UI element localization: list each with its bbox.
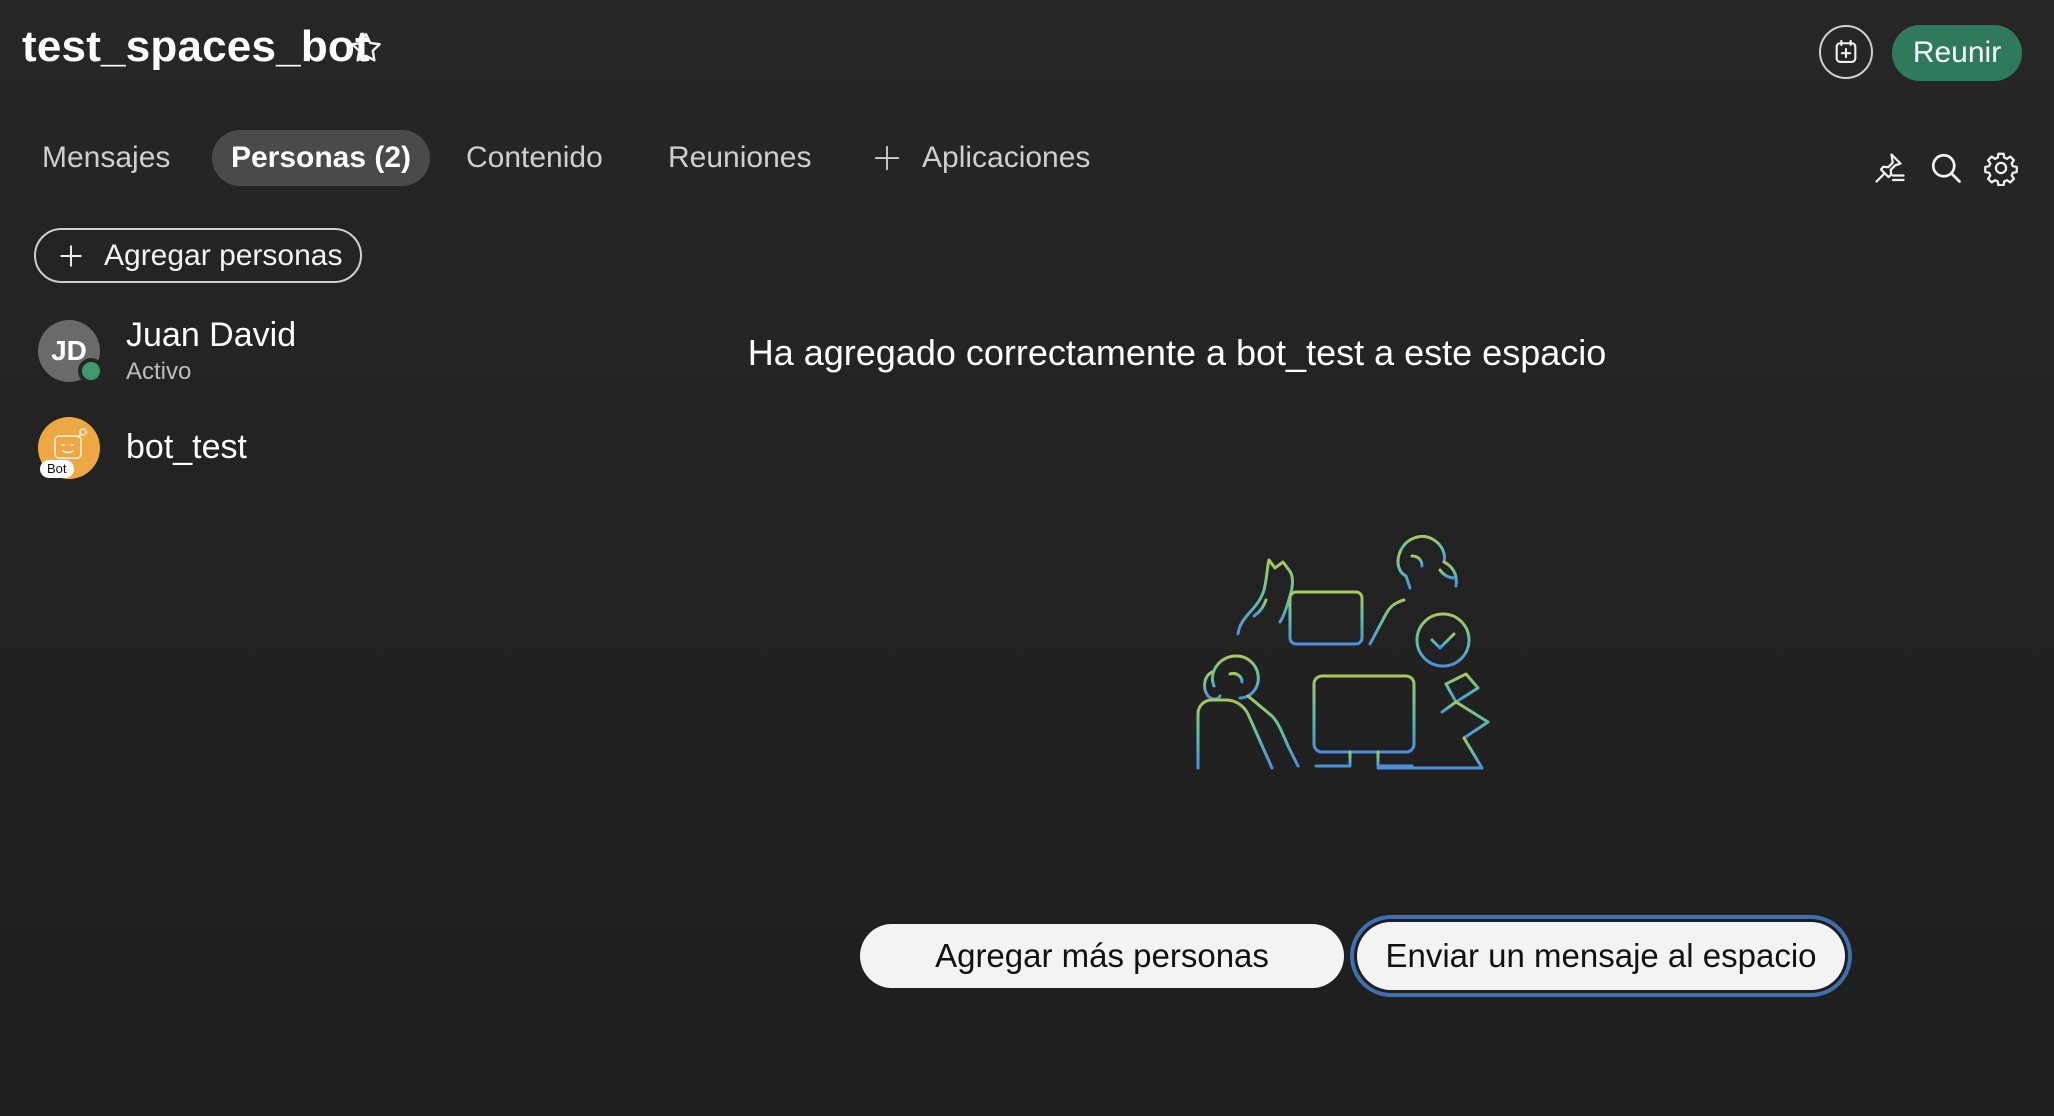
star-icon[interactable] — [348, 30, 384, 66]
search-icon[interactable] — [1928, 150, 1964, 186]
bot-badge: Bot — [40, 460, 74, 478]
tab-messages[interactable]: Mensajes — [42, 130, 170, 186]
tab-meetings[interactable]: Reuniones — [668, 130, 811, 186]
plus-icon — [874, 145, 900, 171]
collaboration-illustration — [1196, 535, 1490, 770]
success-message: Ha agregado correctamente a bot_test a e… — [747, 332, 1607, 373]
plus-icon — [60, 244, 82, 267]
tab-people[interactable]: Personas (2) — [212, 130, 430, 186]
add-more-people-button[interactable]: Agregar más personas — [860, 924, 1344, 988]
meet-button[interactable]: Reunir — [1892, 25, 2022, 81]
tab-apps-label: Aplicaciones — [922, 141, 1091, 174]
add-to-calendar-button[interactable] — [1819, 25, 1873, 79]
tab-apps[interactable]: Aplicaciones — [872, 130, 1090, 186]
tab-content[interactable]: Contenido — [466, 130, 603, 186]
pin-list-icon[interactable] — [1872, 150, 1908, 186]
send-message-to-space-button[interactable]: Enviar un mensaje al espacio — [1357, 922, 1845, 990]
settings-gear-icon[interactable] — [1983, 150, 2019, 186]
member-name[interactable]: bot_test — [126, 428, 247, 467]
add-people-button[interactable]: Agregar personas — [34, 228, 362, 283]
add-to-calendar-icon — [1835, 39, 1857, 63]
space-title: test_spaces_bot — [22, 22, 370, 71]
add-people-label: Agregar personas — [104, 238, 343, 272]
